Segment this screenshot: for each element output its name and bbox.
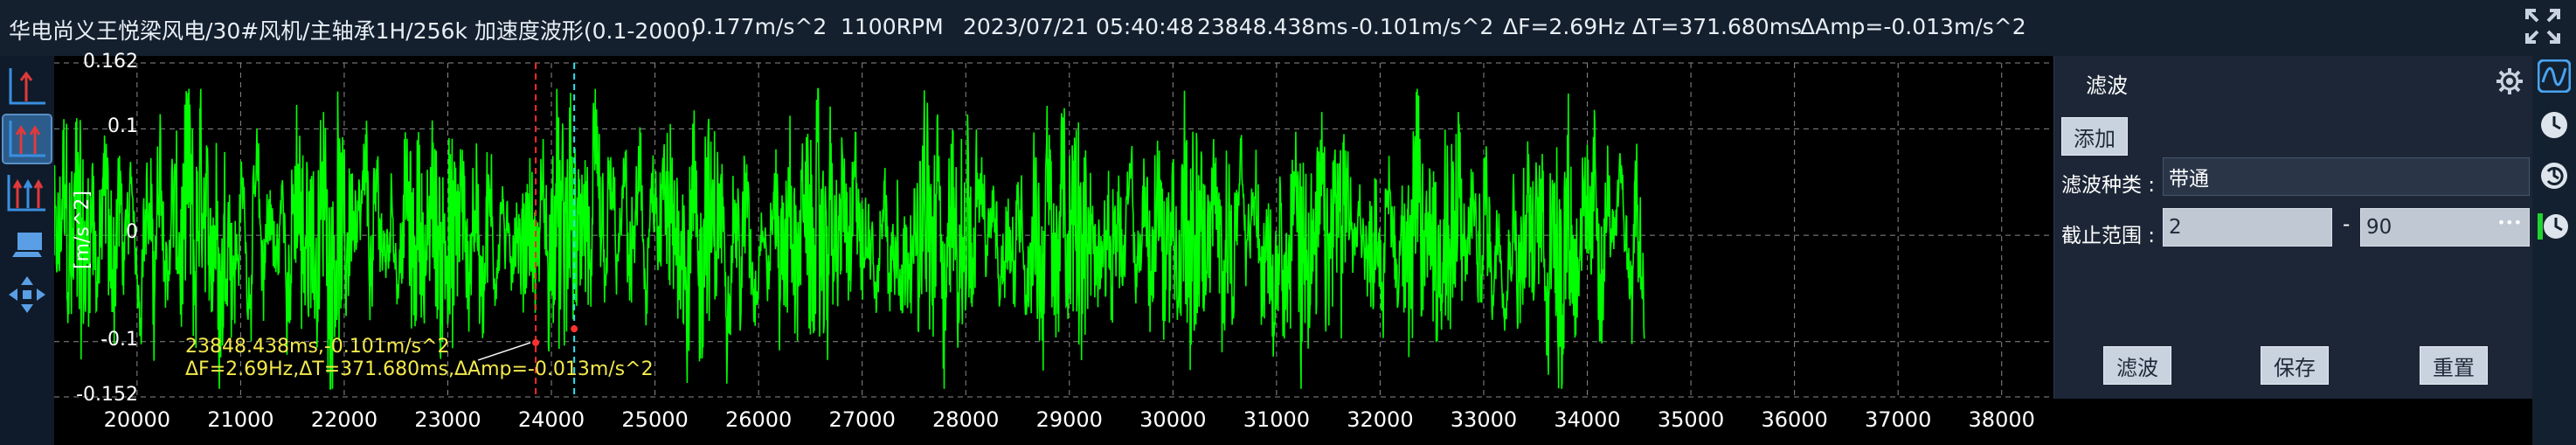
cursor-leader-line — [477, 342, 531, 361]
delta-amp-value: ΔAmp=-0.013m/s^2 — [1800, 14, 2026, 39]
y-tick-label: -0.1 — [100, 329, 138, 351]
gear-icon[interactable] — [2495, 66, 2524, 96]
delta-f-value: ΔF=2.69Hz — [1503, 14, 1626, 39]
x-tick-label: 22000 — [310, 407, 378, 432]
x-tick-label: 36000 — [1761, 407, 1828, 432]
more-options-icon[interactable]: ••• — [2497, 214, 2522, 231]
y-tick-label: 0.1 — [107, 115, 138, 137]
y-tick-label: 0 — [126, 221, 138, 243]
filter-panel: 滤波 添加 滤波种类 : 带通 截止范围 : 2 - 90 ••• 滤波 保存 … — [2053, 56, 2533, 399]
range-separator: - — [2343, 213, 2351, 236]
cutoff-high-value: 90 — [2366, 216, 2392, 239]
double-cursor-icon[interactable] — [2, 114, 52, 164]
x-tick-label: 23000 — [414, 407, 481, 432]
cutoff-high-input[interactable]: 90 ••• — [2360, 208, 2530, 247]
apply-filter-button[interactable]: 滤波 — [2103, 346, 2171, 385]
single-cursor-icon[interactable] — [3, 63, 51, 110]
x-tick-label: 29000 — [1035, 407, 1103, 432]
x-tick-label: 31000 — [1243, 407, 1311, 432]
panel-axis-strip — [2053, 399, 2532, 445]
x-tick-label: 34000 — [1554, 407, 1621, 432]
filter-type-select[interactable]: 带通 — [2163, 157, 2530, 196]
filter-panel-title: 滤波 — [2086, 73, 2128, 98]
channel-path: 华电尚义王悦梁风电/30#风机/主轴承1H/256k 加速度波形(0.1-200… — [9, 18, 699, 44]
reset-filter-button[interactable]: 重置 — [2420, 346, 2488, 385]
cursor-readout-line2: ΔF=2.69Hz,ΔT=371.680ms,ΔAmp=-0.013m/s^2 — [185, 358, 654, 380]
filter-type-label: 滤波种类 : — [2061, 174, 2156, 197]
x-tick-label: 33000 — [1450, 407, 1518, 432]
waveform-canvas[interactable] — [54, 56, 2053, 445]
x-tick-label: 21000 — [207, 407, 274, 432]
history-alt-icon[interactable] — [2538, 210, 2571, 243]
cursor-point-1 — [532, 338, 540, 346]
x-tick-label: 25000 — [621, 407, 689, 432]
expand-icon[interactable] — [2522, 5, 2564, 47]
cutoff-low-input[interactable]: 2 — [2163, 208, 2332, 247]
y-tick-label: 0.162 — [83, 51, 138, 73]
x-tick-label: 26000 — [724, 407, 793, 432]
screenshot-icon[interactable] — [3, 222, 51, 269]
x-tick-label: 20000 — [103, 407, 171, 432]
waveform-plot[interactable] — [54, 56, 2053, 445]
cutoff-range-label: 截止范围 : — [2061, 225, 2156, 247]
x-tick-label: 30000 — [1139, 407, 1207, 432]
x-tick-label: 27000 — [828, 407, 896, 432]
x-tick-label: 28000 — [932, 407, 1000, 432]
cursor-point-2 — [571, 325, 578, 333]
y-axis-label: [m/s^2] — [72, 191, 93, 269]
y-tick-label: -0.152 — [76, 384, 138, 406]
datetime-value: 2023/07/21 05:40:48 — [963, 14, 1195, 39]
cursor-readout-line1: 23848.438ms,-0.101m/s^2 — [185, 336, 450, 358]
x-tick-label: 35000 — [1657, 407, 1725, 432]
move-icon[interactable] — [3, 271, 51, 318]
x-tick-label: 24000 — [517, 407, 585, 432]
waveform-icon[interactable] — [2538, 59, 2571, 93]
rms-value: 0.177m/s^2 — [692, 14, 828, 39]
history-refresh-icon[interactable] — [2538, 159, 2571, 192]
status-bar: 华电尚义王悦梁风电/30#风机/主轴承1H/256k 加速度波形(0.1-200… — [0, 0, 2576, 56]
multi-cursor-icon[interactable] — [3, 170, 51, 217]
right-toolbar — [2532, 56, 2576, 445]
cursor-time-value: 23848.438ms — [1197, 14, 1348, 39]
delta-t-value: ΔT=371.680ms — [1632, 14, 1803, 39]
add-filter-button[interactable]: 添加 — [2061, 117, 2128, 156]
save-filter-button[interactable]: 保存 — [2261, 346, 2329, 385]
speed-value: 1100RPM — [841, 14, 944, 39]
x-tick-label: 38000 — [1968, 407, 2035, 432]
history-icon[interactable] — [2538, 108, 2571, 142]
x-tick-label: 37000 — [1864, 407, 1932, 432]
x-tick-label: 32000 — [1347, 407, 1414, 432]
left-toolbar — [0, 56, 54, 445]
cursor-amp-value: -0.101m/s^2 — [1351, 14, 1494, 39]
